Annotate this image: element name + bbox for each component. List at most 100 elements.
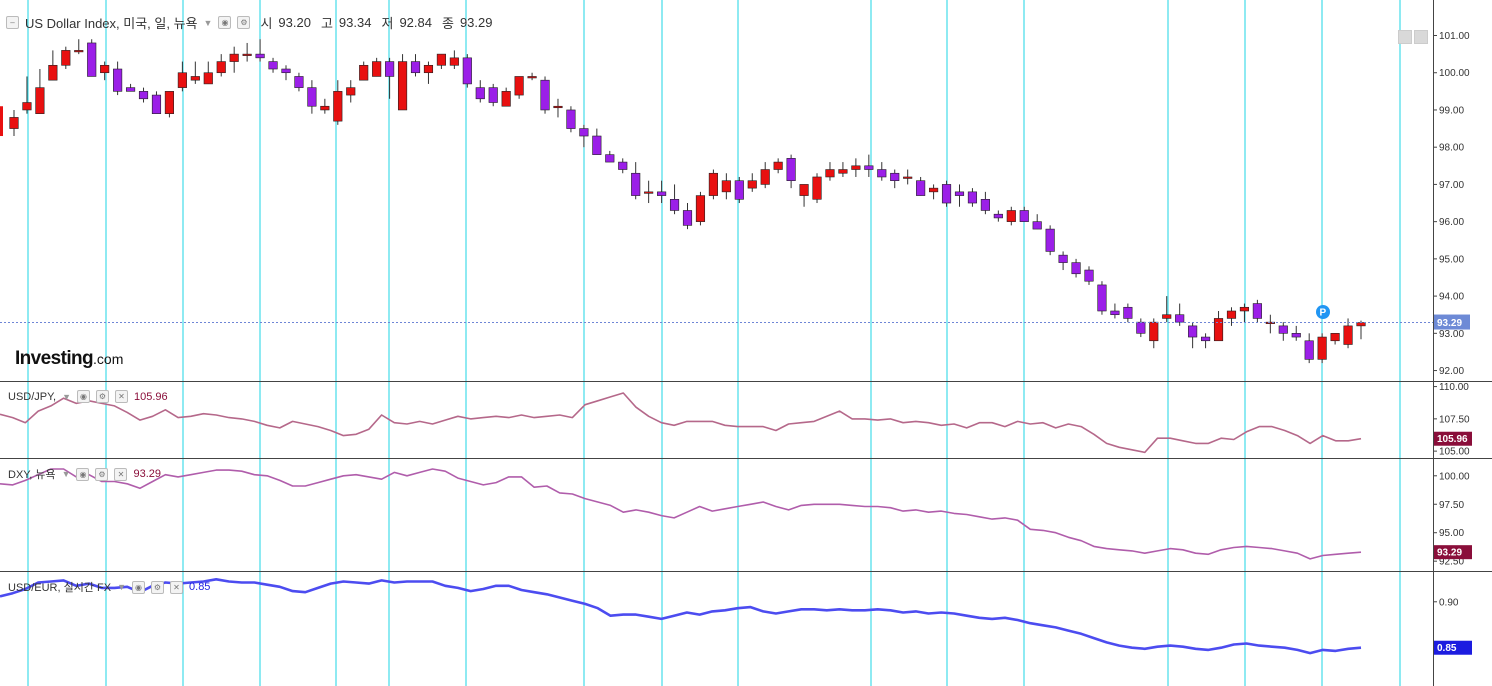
candle-body [125,87,136,92]
eye-icon[interactable]: ◉ [77,390,91,403]
chevron-down-icon[interactable]: ▼ [62,469,71,479]
maximize-pane-icon[interactable] [1398,30,1412,44]
gear-icon[interactable]: ⚙ [96,390,110,403]
price-axis-label: 98.00 [1439,143,1464,154]
candle-body [592,135,602,155]
dxy-axis-label: 95.00 [1439,528,1464,539]
candle-body [941,184,952,204]
eye-icon[interactable]: ◉ [218,16,232,29]
close-value: 93.29 [459,15,493,30]
candle-body [1252,303,1262,319]
candle-body [1239,306,1250,312]
high-value: 93.34 [338,15,372,30]
high-label: 고 [320,16,333,31]
candle-body [242,53,252,56]
candle-body [74,50,84,53]
usdjpy-axis-label: 107.50 [1439,414,1470,425]
candle-body [877,169,887,178]
candle-body [1304,340,1314,360]
candle-body [695,195,706,222]
candle-body [1084,269,1094,282]
chart-canvas[interactable]: 101.00 100.00 99.00 98.00 97.00 96.00 95.00 94.… [0,0,1492,686]
dxy-series-line [0,468,1362,560]
usdjpy-axis-label: 110.00 [1439,382,1469,393]
last-price-label: 93.29 [1437,318,1462,329]
candle-body [255,53,265,59]
close-pane-icon[interactable] [1414,30,1428,44]
collapse-icon[interactable]: – [6,16,19,29]
candle-body [954,191,965,196]
usdeur-axis-label: 0.90 [1439,597,1459,608]
candle-body [1188,325,1198,338]
usdjpy-value: 105.96 [134,390,168,403]
chevron-down-icon[interactable]: ▼ [62,392,71,402]
usdjpy-axis-label: 105.00 [1439,447,1470,458]
candle-body [721,180,731,193]
close-icon[interactable]: ✕ [115,390,129,403]
usdeur-legend: USD/EUR, 실시간 FX ▼ ◉ ⚙ ✕ 0.85 [8,579,210,595]
candle-body [929,187,939,193]
price-axis-label: 95.00 [1439,254,1464,265]
candle-body [618,161,628,170]
dxy-legend: DXY, 뉴욕 ▼ ◉ ⚙ ✕ 93.29 [8,466,161,482]
candle-body [786,158,796,181]
candle-body [1175,314,1185,323]
candle-body [1110,310,1120,316]
dxy-axis-label: 100.00 [1439,471,1470,482]
gear-icon[interactable]: ⚙ [237,16,251,29]
candle-body [320,105,330,111]
gear-icon[interactable]: ⚙ [151,580,165,594]
usdjpy-legend: USD/JPY, ▼ ◉ ⚙ ✕ 105.96 [8,390,168,403]
eye-icon[interactable]: ◉ [132,580,146,594]
candle-body [747,180,757,189]
candle-body [773,161,783,170]
candle-body [410,61,421,74]
candle-body [1356,322,1366,327]
candle-body [1045,228,1055,252]
close-icon[interactable]: ✕ [114,467,128,481]
candle-body [1136,321,1146,334]
pane-buttons [1398,30,1428,44]
price-axis-label: 94.00 [1439,292,1464,303]
open-value: 93.20 [278,15,311,30]
eye-icon[interactable]: ◉ [76,467,90,481]
candle-body [1278,325,1288,334]
chart-window: { "instrument": { "title": "US Dollar In… [0,0,1492,686]
candle-body [501,91,511,107]
candle-body [307,87,317,107]
candle-body [812,176,822,200]
candle-body [113,68,123,92]
candle-body [35,87,45,114]
candle-body [449,57,459,66]
price-axis-label: 97.00 [1439,180,1464,191]
candle-body [281,68,291,74]
candle-body [423,64,434,74]
chevron-down-icon[interactable]: ▼ [117,582,126,592]
candle-body [527,76,537,79]
close-icon[interactable]: ✕ [170,580,184,594]
candle-body [1291,333,1301,338]
candle-body [1149,321,1159,342]
candle-body [359,64,369,81]
candle-body [980,199,990,211]
price-axis-label: 101.00 [1439,31,1470,42]
candle-body [151,94,162,114]
candle-body [488,87,498,103]
close-label: 종 [441,16,454,31]
candle-body [436,53,446,66]
candle-body [514,76,524,96]
dxy-axis-label: 97.50 [1439,500,1464,511]
chevron-down-icon[interactable]: ▼ [204,18,213,28]
candle-body [268,61,278,70]
candle-body [579,128,589,137]
candle-body [190,76,200,81]
candle-body [864,165,874,170]
candle-body [916,180,926,196]
gear-icon[interactable]: ⚙ [95,467,109,481]
candle-body [605,154,615,163]
price-marker-label: P [1320,308,1327,319]
candle-body [294,76,304,88]
candle-body [462,57,472,85]
candle-body [851,165,861,170]
candle-body [1201,336,1211,342]
